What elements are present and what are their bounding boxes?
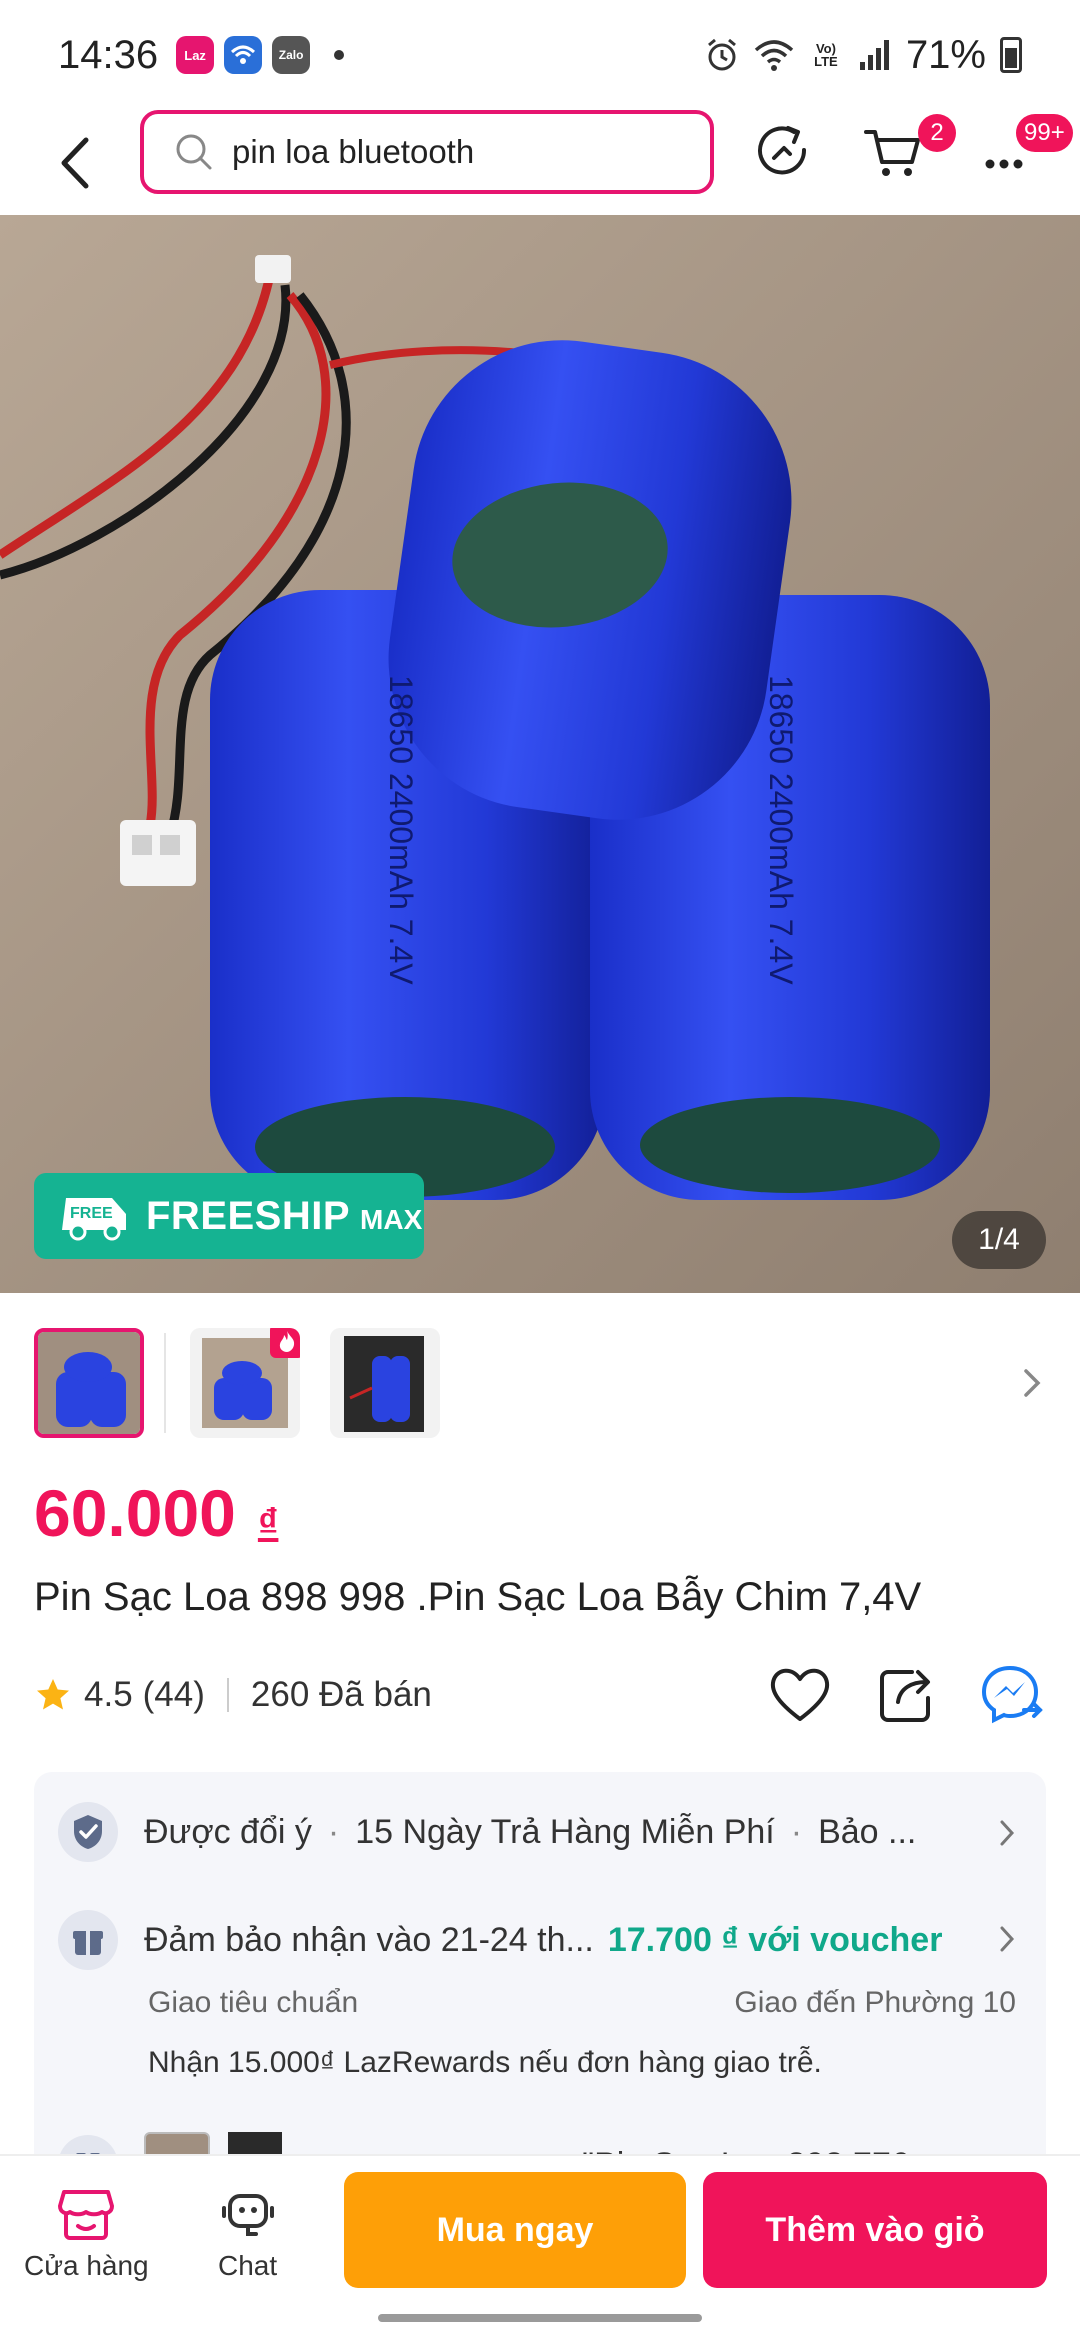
- freeship-text: FREESHIP: [146, 1193, 351, 1238]
- price-amount: 60.000: [34, 1476, 236, 1550]
- star-icon: [37, 1679, 69, 1710]
- zalo-app-icon: Zalo: [272, 36, 311, 74]
- alarm-icon: [707, 38, 736, 71]
- top-header: pin loa bluetooth 2 99+: [0, 110, 1080, 215]
- image-counter: 1/4: [952, 1211, 1046, 1269]
- notification-dot: [334, 50, 345, 60]
- delivery-truck-icon: FREE: [62, 1198, 126, 1241]
- voucher-discount[interactable]: 17.700 ₫ với voucher: [608, 1921, 943, 1960]
- ship-to-location[interactable]: Giao đến Phường 10: [734, 1986, 1016, 2020]
- chat-label: Chat: [218, 2250, 278, 2281]
- thumbnails-next-chevron-icon[interactable]: [1016, 1363, 1046, 1403]
- bullet-separator: ·: [327, 1812, 340, 1851]
- home-gesture-bar[interactable]: [378, 2314, 702, 2322]
- product-meta-row: 4.5 (44) 260 Đã bán: [34, 1660, 1046, 1730]
- search-icon: [176, 134, 212, 170]
- chat-bot-icon: [221, 2194, 274, 2236]
- network-type: Vo) LTE: [814, 41, 838, 69]
- battery-pack-photo: 18650 2400mAh 7.4V 18650 2400mAh 7.4V: [0, 215, 1080, 1293]
- bullet-separator: ·: [790, 1812, 803, 1851]
- delivery-row[interactable]: Đảm bảo nhận vào 21-24 th... 17.700 ₫ vớ…: [58, 1910, 942, 1970]
- lazada-app-icon: Laz: [176, 36, 215, 74]
- return-item-3: Bảo ...: [818, 1812, 917, 1851]
- wifi-app-icon: [224, 36, 263, 74]
- meta-divider: [226, 1678, 229, 1712]
- messenger-share-icon[interactable]: [980, 1664, 1046, 1726]
- chevron-right-icon[interactable]: [994, 1922, 1020, 1956]
- store-label: Cửa hàng: [24, 2250, 149, 2281]
- share-history-icon[interactable]: [750, 120, 814, 184]
- product-price: 60.000 ₫: [34, 1475, 278, 1551]
- freeship-max-text: MAX: [360, 1204, 423, 1235]
- return-item-1: Được đổi ý: [144, 1812, 312, 1851]
- thumbnail-3[interactable]: [330, 1328, 440, 1438]
- lazrewards-note: Nhận 15.000₫ LazRewards nếu đơn hàng gia…: [148, 2046, 822, 2079]
- cell-print-left: 18650 2400mAh 7.4V: [383, 675, 419, 985]
- price-currency: ₫: [257, 1501, 279, 1545]
- status-bar: 14:36 Laz Zalo Vo) LTE 71%: [0, 0, 1080, 110]
- chevron-right-icon[interactable]: [994, 1816, 1020, 1850]
- return-item-2: 15 Ngày Trả Hàng Miễn Phí: [355, 1812, 775, 1851]
- store-button[interactable]: Cửa hàng: [24, 2188, 149, 2282]
- thumbnail-strip: [0, 1293, 1080, 1473]
- hot-fire-icon: [270, 1328, 300, 1358]
- notification-badge: 99+: [1016, 114, 1073, 152]
- thumbnail-divider: [164, 1333, 166, 1433]
- cart-icon[interactable]: [862, 120, 926, 184]
- buy-now-button[interactable]: Mua ngay: [344, 2172, 686, 2288]
- cell-signal-icon: [859, 40, 889, 70]
- search-query: pin loa bluetooth: [232, 133, 475, 170]
- delivery-guarantee: Đảm bảo nhận vào 21-24 th...: [144, 1920, 594, 1959]
- return-policy-row[interactable]: Được đổi ý · 15 Ngày Trả Hàng Miễn Phí ·…: [58, 1802, 1018, 1862]
- back-arrow-icon[interactable]: [48, 128, 108, 198]
- freeship-max-badge: FREE FREESHIP MAX: [34, 1173, 424, 1259]
- thumbnail-2[interactable]: [190, 1328, 300, 1438]
- battery-percent: 71%: [905, 32, 986, 77]
- battery-icon: [1000, 37, 1022, 73]
- search-input[interactable]: pin loa bluetooth: [140, 110, 714, 194]
- product-title: Pin Sạc Loa 898 998 .Pin Sạc Loa Bẫy Chi…: [34, 1575, 922, 1619]
- free-tag: FREE: [70, 1205, 113, 1222]
- store-icon: [58, 2190, 115, 2240]
- add-to-cart-button[interactable]: Thêm vào giỏ: [703, 2172, 1047, 2288]
- bottom-action-bar: Cửa hàng Chat Mua ngay Thêm vào giỏ: [0, 2154, 1080, 2340]
- review-count[interactable]: (44): [143, 1675, 205, 1715]
- status-time: 14:36: [58, 32, 159, 77]
- cell-print-right: 18650 2400mAh 7.4V: [763, 675, 799, 985]
- thumbnail-1[interactable]: [34, 1328, 144, 1438]
- product-image[interactable]: 18650 2400mAh 7.4V 18650 2400mAh 7.4V FR…: [0, 215, 1080, 1293]
- heart-icon[interactable]: [768, 1665, 832, 1725]
- gift-box-icon: [58, 1910, 118, 1970]
- shipping-type: Giao tiêu chuẩn: [148, 1986, 359, 2019]
- chat-button[interactable]: Chat: [218, 2188, 277, 2282]
- sold-count: 260 Đã bán: [250, 1675, 432, 1714]
- wifi-signal-icon: [754, 40, 794, 71]
- cart-count-badge: 2: [918, 114, 956, 152]
- shield-check-icon: [58, 1802, 118, 1862]
- rating-value[interactable]: 4.5: [84, 1675, 133, 1715]
- share-icon[interactable]: [878, 1666, 934, 1724]
